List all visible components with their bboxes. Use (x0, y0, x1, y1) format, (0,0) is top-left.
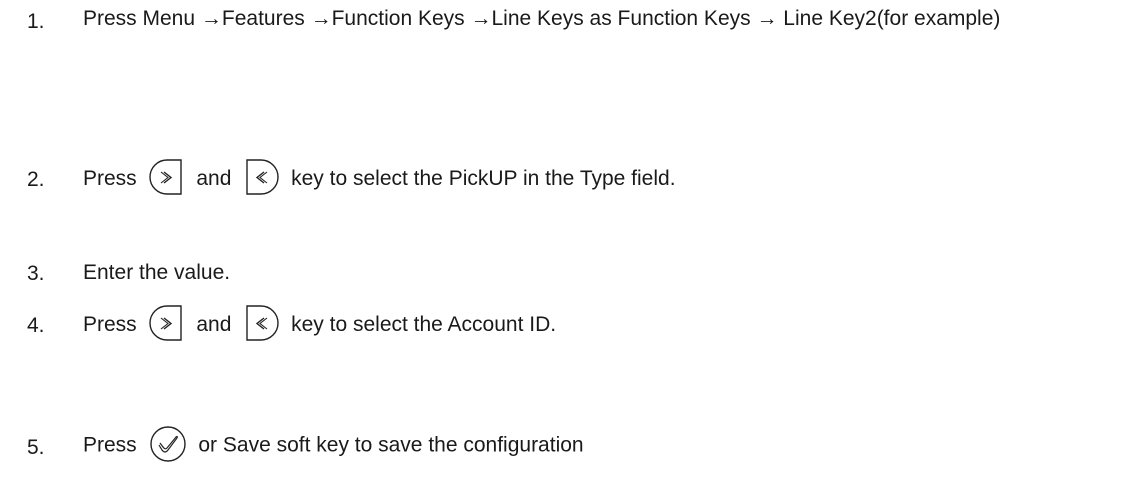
step-number: 4. (27, 314, 45, 337)
step-text: Press and key to select the Account ID. (83, 305, 1113, 343)
left-arrow-key-icon (243, 305, 279, 342)
step-number: 5. (27, 436, 45, 459)
step-text-after: key to select the Account ID. (291, 313, 557, 336)
left-arrow-key-icon (243, 159, 279, 196)
step-text: Press or Save soft key to save the confi… (83, 425, 1113, 465)
step-text: Enter the value. (83, 261, 231, 284)
step-number: 2. (27, 168, 45, 191)
step-text-middle: and (196, 313, 232, 336)
ok-key-icon (149, 425, 187, 463)
step-text-before: Press (83, 313, 137, 336)
step-number: 3. (27, 262, 45, 285)
step-text-before: Press (83, 167, 137, 190)
step-text: Press Menu →Features →Function Keys →Lin… (83, 7, 1001, 30)
step-text: Press and key to select the PickUP in th… (83, 159, 1113, 197)
step-text-before: Press (83, 433, 137, 457)
right-arrow-key-icon (148, 159, 185, 196)
step-text-middle: and (196, 167, 232, 190)
step-text-after: or Save soft key to save the configurati… (198, 433, 584, 457)
right-arrow-key-icon (148, 305, 185, 342)
step-text-after: key to select the PickUP in the Type fie… (291, 167, 676, 190)
step-number: 1. (27, 10, 45, 33)
